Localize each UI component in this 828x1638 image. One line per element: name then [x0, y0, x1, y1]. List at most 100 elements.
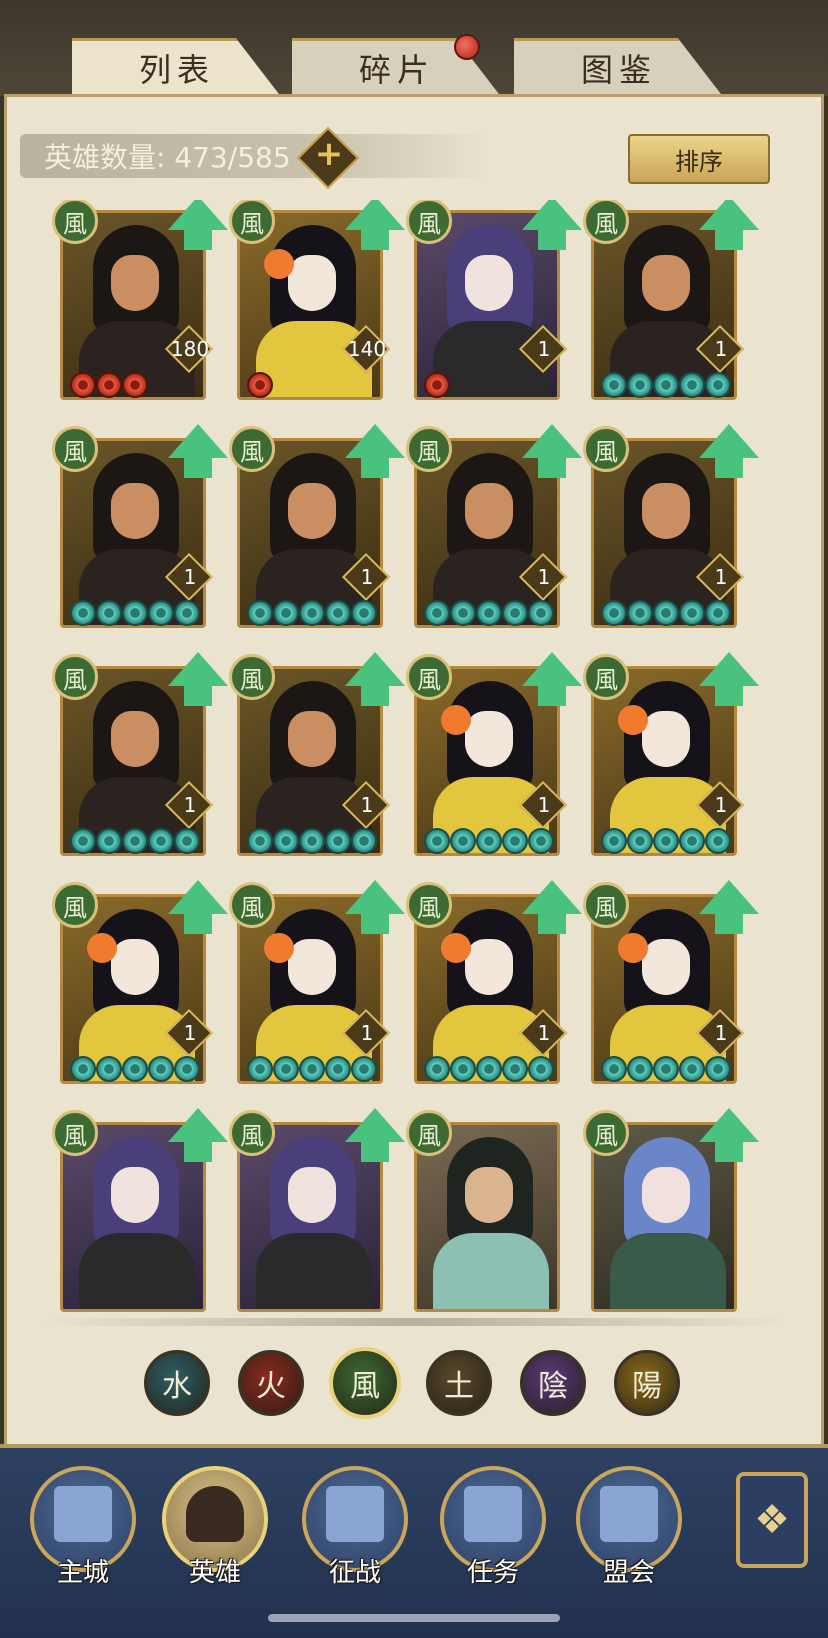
star-coin-icon	[351, 828, 377, 854]
wind-element-icon: 風	[229, 882, 275, 928]
hero-card[interactable]: 風1	[52, 880, 228, 1084]
more-menu-icon[interactable]: ❖	[736, 1472, 808, 1568]
hero-card[interactable]: 風	[406, 1110, 560, 1312]
upgrade-arrow-icon	[699, 424, 759, 458]
sort-button[interactable]: 排序	[628, 134, 770, 184]
star-coin-icon	[70, 828, 96, 854]
upgrade-arrow-icon	[345, 880, 405, 914]
upgrade-arrow-icon	[345, 652, 405, 686]
star-rank	[601, 828, 731, 854]
upgrade-arrow-icon	[345, 1108, 405, 1142]
star-rank	[70, 372, 148, 398]
upgrade-arrow-stem	[538, 912, 566, 934]
star-coin-icon	[528, 828, 554, 854]
star-rank	[247, 372, 273, 398]
star-coin-icon	[679, 372, 705, 398]
hero-level: 1	[183, 793, 197, 817]
filter-yang-icon[interactable]: 陽	[614, 1350, 680, 1416]
filter-earth-icon[interactable]: 土	[426, 1350, 492, 1416]
hero-card[interactable]: 風1	[229, 424, 405, 628]
star-coin-icon	[122, 828, 148, 854]
star-coin-icon	[299, 828, 325, 854]
star-coin-icon	[247, 600, 273, 626]
star-rank	[247, 828, 377, 854]
upgrade-arrow-stem	[715, 912, 743, 934]
star-coin-icon	[174, 600, 200, 626]
wind-element-icon: 風	[406, 426, 452, 472]
hero-card[interactable]: 風1	[52, 652, 228, 856]
star-coin-icon	[450, 600, 476, 626]
star-coin-icon	[273, 600, 299, 626]
star-coin-icon	[70, 600, 96, 626]
wind-element-icon: 風	[583, 200, 629, 244]
filter-yin-icon[interactable]: 陰	[520, 1350, 586, 1416]
star-coin-icon	[325, 1056, 351, 1082]
tab-codex[interactable]: 图鉴	[514, 38, 724, 98]
hero-card[interactable]: 風1	[229, 652, 405, 856]
hero-card[interactable]: 風1	[229, 880, 405, 1084]
wind-element-icon: 風	[52, 654, 98, 700]
star-coin-icon	[627, 828, 653, 854]
hero-card[interactable]: 風1	[406, 424, 582, 628]
hero-card[interactable]: 風1	[583, 200, 759, 400]
grid-bottom-fade	[40, 1318, 788, 1326]
star-rank	[70, 600, 200, 626]
star-rank	[247, 600, 377, 626]
hero-level: 1	[360, 793, 374, 817]
star-coin-icon	[174, 1056, 200, 1082]
nav-label: 盟会	[602, 1558, 655, 1588]
star-rank	[424, 600, 554, 626]
hero-level: 1	[537, 565, 551, 589]
hero-card[interactable]: 風1	[583, 652, 759, 856]
hero-level: 1	[537, 793, 551, 817]
upgrade-arrow-stem	[184, 228, 212, 250]
hero-card[interactable]: 風1	[583, 424, 759, 628]
filter-water-icon[interactable]: 水	[144, 1350, 210, 1416]
upgrade-arrow-stem	[538, 456, 566, 478]
hero-card[interactable]: 風1	[406, 200, 582, 400]
wind-element-icon: 風	[583, 882, 629, 928]
hero-card[interactable]: 風	[52, 1108, 228, 1312]
star-coin-icon	[653, 1056, 679, 1082]
flower-ornament	[618, 705, 648, 735]
star-rank	[601, 1056, 731, 1082]
city-gate-icon	[54, 1486, 112, 1542]
hero-card[interactable]: 風 180	[52, 200, 228, 400]
upgrade-arrow-stem	[715, 456, 743, 478]
star-coin-icon	[174, 828, 200, 854]
upgrade-arrow-stem	[361, 912, 389, 934]
hero-level: 1	[714, 1021, 728, 1045]
hero-level: 1	[714, 565, 728, 589]
upgrade-arrow-stem	[361, 1140, 389, 1162]
star-coin-icon	[705, 1056, 731, 1082]
star-coin-icon	[96, 600, 122, 626]
filter-wind-icon[interactable]: 風	[329, 1347, 401, 1419]
star-coin-icon	[653, 600, 679, 626]
hero-card[interactable]: 風 140	[229, 200, 405, 400]
hero-portrait-icon	[186, 1486, 244, 1542]
upgrade-arrow-stem	[184, 456, 212, 478]
filter-fire-icon[interactable]: 火	[238, 1350, 304, 1416]
wind-element-icon: 風	[406, 882, 452, 928]
tab-list[interactable]: 列表	[72, 38, 282, 98]
star-rank	[70, 828, 200, 854]
star-coin-icon	[424, 828, 450, 854]
hero-card[interactable]: 風	[583, 1108, 759, 1312]
upgrade-arrow-stem	[361, 228, 389, 250]
hero-card[interactable]: 風1	[406, 652, 582, 856]
hero-card[interactable]: 風	[229, 1108, 405, 1312]
star-coin-icon	[450, 828, 476, 854]
star-coin-icon	[476, 1056, 502, 1082]
hero-level: 180	[170, 337, 210, 361]
plus-icon[interactable]: +	[309, 134, 349, 174]
hero-card[interactable]: 風1	[52, 424, 228, 628]
star-coin-icon	[122, 372, 148, 398]
upgrade-arrow-icon	[522, 200, 582, 230]
star-coin-icon	[148, 1056, 174, 1082]
wind-element-icon: 風	[406, 200, 452, 244]
hero-card[interactable]: 風1	[406, 880, 582, 1084]
star-coin-icon	[247, 1056, 273, 1082]
upgrade-arrow-stem	[538, 684, 566, 706]
star-rank	[70, 1056, 200, 1082]
hero-card[interactable]: 風1	[583, 880, 759, 1084]
